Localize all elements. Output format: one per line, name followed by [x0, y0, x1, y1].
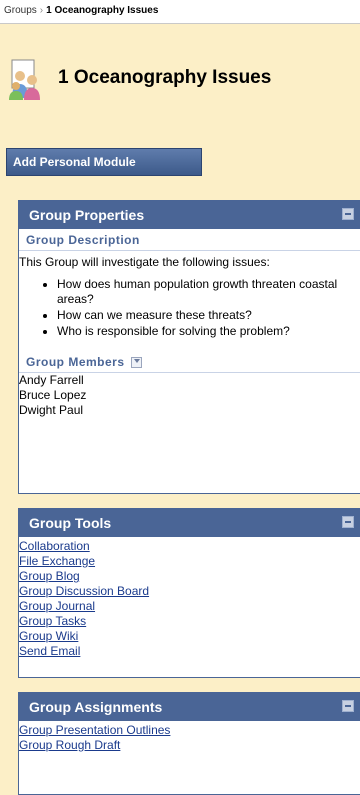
breadcrumb-current: 1 Oceanography Issues — [46, 5, 159, 16]
page-title: 1 Oceanography Issues — [58, 67, 272, 88]
tool-link-discussion-board[interactable]: Group Discussion Board — [19, 584, 360, 599]
tools-links: Collaboration File Exchange Group Blog G… — [19, 537, 360, 663]
module-header-tools: Group Tools — [19, 509, 360, 537]
collapse-icon[interactable] — [342, 208, 354, 220]
collapse-icon[interactable] — [342, 700, 354, 712]
chevron-down-icon[interactable] — [130, 356, 142, 368]
title-row: 1 Oceanography Issues — [8, 58, 358, 106]
description-heading: Group Description — [19, 229, 360, 251]
tool-link-group-wiki[interactable]: Group Wiki — [19, 629, 360, 644]
module-header-assignments: Group Assignments — [19, 693, 360, 721]
assignment-link[interactable]: Group Presentation Outlines — [19, 723, 360, 738]
add-personal-module-button[interactable]: Add Personal Module — [6, 148, 202, 176]
members-heading-label: Group Members — [26, 355, 125, 369]
issue-item: How does human population growth threate… — [57, 277, 360, 307]
collapse-icon[interactable] — [342, 516, 354, 528]
member-name: Andy Farrell — [19, 373, 84, 387]
tool-link-collaboration[interactable]: Collaboration — [19, 539, 360, 554]
group-tools-module: Group Tools Collaboration File Exchange … — [18, 508, 360, 678]
issues-list: How does human population growth threate… — [19, 277, 360, 339]
member-name: Dwight Paul — [19, 403, 84, 417]
module-title: Group Properties — [29, 207, 145, 223]
members-heading: Group Members — [19, 351, 360, 373]
module-header-properties: Group Properties — [19, 201, 360, 229]
assignment-links: Group Presentation Outlines Group Rough … — [19, 721, 360, 757]
module-title: Group Tools — [29, 515, 112, 531]
breadcrumb-groups-link[interactable]: Groups — [4, 5, 37, 16]
tool-link-send-email[interactable]: Send Email — [19, 644, 360, 659]
tool-link-group-tasks[interactable]: Group Tasks — [19, 614, 360, 629]
issue-item: How can we measure these threats? — [57, 308, 360, 323]
tool-link-group-journal[interactable]: Group Journal — [19, 599, 360, 614]
description-intro: This Group will investigate the followin… — [19, 255, 270, 269]
group-users-icon — [8, 58, 44, 100]
tool-link-group-blog[interactable]: Group Blog — [19, 569, 360, 584]
breadcrumb-separator: › — [39, 5, 44, 16]
member-name: Bruce Lopez — [19, 388, 87, 402]
issue-item: Who is responsible for solving the probl… — [57, 324, 360, 339]
group-properties-module: Group Properties Group Description This … — [18, 200, 360, 494]
tool-link-file-exchange[interactable]: File Exchange — [19, 554, 360, 569]
module-title: Group Assignments — [29, 699, 163, 715]
assignment-link[interactable]: Group Rough Draft — [19, 738, 360, 753]
breadcrumb: Groups › 1 Oceanography Issues — [0, 0, 360, 24]
group-assignments-module: Group Assignments Group Presentation Out… — [18, 692, 360, 795]
